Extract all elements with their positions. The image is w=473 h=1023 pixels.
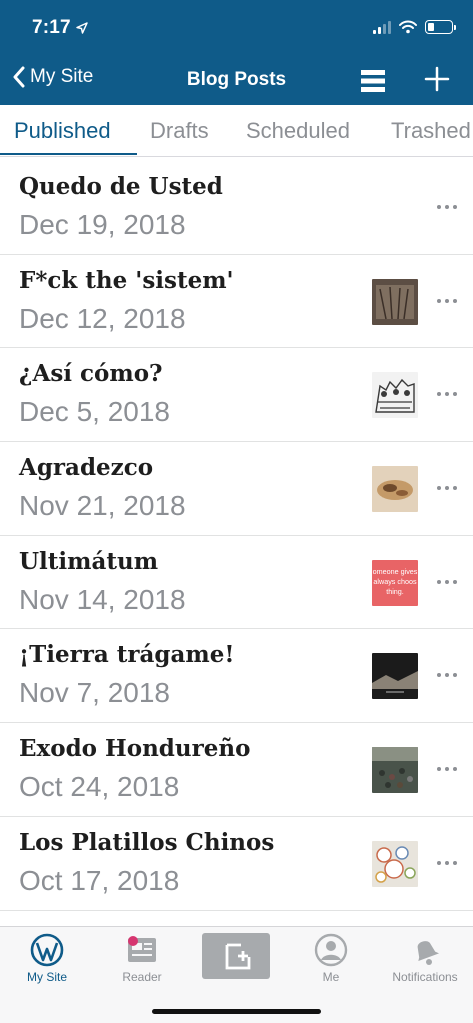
home-indicator [152,1009,321,1014]
reader-notification-badge [128,936,138,946]
post-title: ¿Así cómo? [19,360,163,388]
post-thumbnail [372,466,418,513]
new-post-button[interactable] [202,933,270,979]
tab-published[interactable]: Published [14,118,111,144]
status-indicators [373,20,456,34]
more-options-icon[interactable] [437,392,457,397]
post-title: Quedo de Usted [19,173,223,200]
tab-trashed[interactable]: Trashed [391,118,471,144]
tab-my-site-label: My Site [26,970,67,984]
post-title: F*ck the 'sistem' [19,266,234,294]
list-item[interactable]: Exodo Hondureño Oct 24, 2018 [0,723,473,817]
post-title: ¡Tierra trágame! [19,641,235,669]
post-thumbnail [372,747,418,794]
active-tab-indicator [0,153,137,155]
tab-me[interactable]: Me [284,933,378,984]
list-view-icon[interactable] [361,70,385,92]
post-date: Nov 14, 2018 [19,583,186,615]
header: 7:17 My Site Blog Posts [0,0,473,105]
post-date: Dec 12, 2018 [19,302,186,334]
post-date: Dec 5, 2018 [19,396,170,428]
list-item[interactable]: ¿Así cómo? Dec 5, 2018 [0,348,473,443]
post-thumbnail: omeone gives always choos thing. [372,559,418,606]
tab-reader[interactable]: Reader [95,933,189,984]
battery-level [428,23,434,31]
post-title: Ultimátum [19,547,159,575]
post-date: Dec 19, 2018 [19,209,186,240]
list-item[interactable]: ¡Tierra trágame! Nov 7, 2018 [0,629,473,724]
more-options-icon[interactable] [437,486,457,491]
post-date: Nov 21, 2018 [19,490,186,522]
tab-drafts[interactable]: Drafts [150,118,209,144]
page-title: Blog Posts [186,69,287,90]
post-title: Exodo Hondureño [19,735,251,763]
more-options-icon[interactable] [437,205,457,209]
tab-me-label: Me [322,970,340,984]
thumbnail-text: thing. [386,587,404,596]
post-date: Oct 24, 2018 [19,771,180,803]
status-time: 7:17 [32,17,71,38]
tab-reader-label: Reader [122,970,162,984]
more-options-icon[interactable] [437,579,457,584]
bell-icon [417,941,440,965]
tab-scheduled[interactable]: Scheduled [246,118,350,144]
location-arrow-icon [76,22,88,34]
battery-icon [425,20,456,34]
post-list: Quedo de Usted Dec 19, 2018 F*ck the 'si… [0,161,473,911]
add-post-icon[interactable] [424,66,450,92]
tab-notifications[interactable]: Notifications [378,933,472,984]
post-date: Nov 7, 2018 [19,677,170,709]
new-post-icon [225,943,251,970]
list-item[interactable]: Ultimátum Nov 14, 2018 omeone gives alwa… [0,536,473,630]
post-thumbnail [372,278,418,325]
list-item[interactable]: Los Platillos Chinos Oct 17, 2018 [0,817,473,911]
profile-icon [314,933,348,967]
wifi-icon [399,20,417,34]
navigation-bar: My Site Blog Posts [0,58,473,105]
wordpress-icon [30,933,64,967]
post-status-tabs: Published Drafts Scheduled Trashed [0,105,473,157]
list-item[interactable]: F*ck the 'sistem' Dec 12, 2018 [0,255,473,349]
post-thumbnail [372,840,418,887]
tab-my-site[interactable]: My Site [0,933,94,984]
list-item[interactable]: Quedo de Usted Dec 19, 2018 [0,161,473,255]
status-bar: 7:17 [0,0,473,58]
more-options-icon[interactable] [437,767,457,772]
list-item[interactable]: Agradezco Nov 21, 2018 [0,442,473,536]
signal-icon [373,20,391,34]
tab-notifications-label: Notifications [392,970,458,984]
post-title: Los Platillos Chinos [19,828,275,856]
post-date: Oct 17, 2018 [19,864,180,896]
more-options-icon[interactable] [437,860,457,865]
post-title: Agradezco [19,454,154,482]
more-options-icon[interactable] [437,298,457,303]
thumbnail-text: omeone gives [373,567,418,576]
post-thumbnail [372,653,418,700]
post-thumbnail [372,372,418,419]
thumbnail-text: always choos [373,577,417,586]
more-options-icon[interactable] [437,673,457,678]
